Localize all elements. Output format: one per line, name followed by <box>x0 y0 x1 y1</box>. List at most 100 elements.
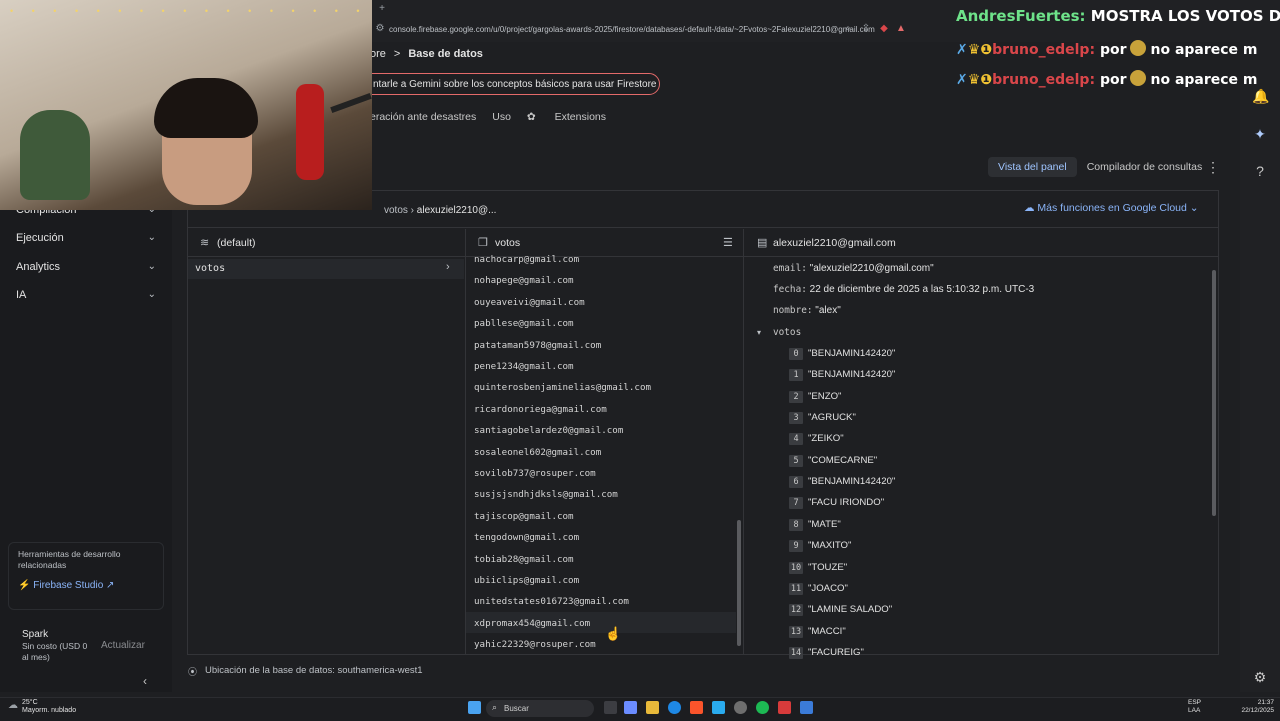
document-list-item[interactable]: pabllese@gmail.com <box>474 318 574 329</box>
windows-start-icon[interactable] <box>468 701 481 714</box>
votos-array-item[interactable]: 13 "MACCI" <box>789 625 846 638</box>
votos-array-item[interactable]: 10 "TOUZE" <box>789 561 847 574</box>
votos-array-item[interactable]: 12 "LAMINE SALADO" <box>789 604 892 617</box>
document-list-item[interactable]: ubiiclips@gmail.com <box>474 575 579 586</box>
file-explorer-icon[interactable] <box>646 701 659 714</box>
new-tab-icon[interactable]: + <box>376 2 388 16</box>
document-list-item[interactable]: quinterosbenjaminelias@gmail.com <box>474 382 651 393</box>
field-key: votos <box>773 327 802 338</box>
tab-usage[interactable]: Uso <box>492 111 511 123</box>
document-field[interactable]: fecha: 22 de diciembre de 2025 a las 5:1… <box>773 284 1034 295</box>
votos-array-item[interactable]: 11 "JOACO" <box>789 582 848 595</box>
path-bar-text[interactable]: votos › alexuziel2210@... <box>384 205 496 216</box>
document-list-item[interactable]: tengodown@gmail.com <box>474 532 579 543</box>
document-list-item[interactable]: susjsjsndhjdksls@gmail.com <box>474 489 618 500</box>
document-list-item[interactable]: unitedstates016723@gmail.com <box>474 596 629 607</box>
panel-view-button[interactable]: Vista del panel <box>988 157 1077 177</box>
search-icon: ⌕ <box>492 702 498 712</box>
spotify-icon[interactable] <box>756 701 769 714</box>
votos-array-item[interactable]: 7 "FACU IRIONDO" <box>789 497 884 510</box>
app-icon-4[interactable] <box>800 701 813 714</box>
document-field[interactable]: nombre: "alex" <box>773 305 841 316</box>
array-value: "MAXITO" <box>808 540 852 552</box>
edge-icon[interactable] <box>668 701 681 714</box>
zoom-icon[interactable]: ⌕ <box>842 22 854 36</box>
microphone <box>296 84 324 180</box>
app-icon-1[interactable] <box>624 701 637 714</box>
more-options-icon[interactable]: ⋮ <box>1206 158 1220 176</box>
weather-widget[interactable]: 25°C Mayorm. nublado <box>22 699 76 715</box>
filter-icon[interactable]: ☰ <box>723 236 733 249</box>
gemini-prompt-button[interactable]: ntarle a Gemini sobre los conceptos bási… <box>350 73 660 95</box>
document-list-item[interactable]: nachocarp@gmail.com <box>474 254 579 265</box>
app-icon-2[interactable] <box>734 701 747 714</box>
share-icon[interactable]: ⇪ <box>860 22 872 36</box>
app-icon-3[interactable] <box>778 701 791 714</box>
document-list-item[interactable]: tajiscop@gmail.com <box>474 511 574 522</box>
votos-array-item[interactable]: 0 "BENJAMIN142420" <box>789 348 895 360</box>
document-list-item[interactable]: pene1234@gmail.com <box>474 361 574 372</box>
array-index: 9 <box>789 540 803 553</box>
votos-array-item[interactable]: 14 "FACUREIG" <box>789 646 864 659</box>
google-cloud-link[interactable]: ☁ Más funciones en Google Cloud ⌄ <box>1024 202 1199 214</box>
document-list-item[interactable]: ricardonoriega@gmail.com <box>474 404 607 415</box>
document-list-item[interactable]: ouyeaveivi@gmail.com <box>474 297 585 308</box>
taskbar-search[interactable]: Buscar <box>486 700 594 717</box>
votos-array-item[interactable]: 4 "ZEIKO" <box>789 433 844 446</box>
language-indicator[interactable]: ESP LAA <box>1188 699 1201 715</box>
nav-ai[interactable]: IA ⌄ <box>16 289 156 305</box>
settings-icon[interactable]: ⚙ <box>1252 669 1268 685</box>
votos-array-item[interactable]: 2 "ENZO" <box>789 390 841 403</box>
document-field[interactable]: email: "alexuziel2210@gmail.com" <box>773 263 934 274</box>
query-builder-button[interactable]: Compilador de consultas <box>1077 157 1213 177</box>
votos-array-item[interactable]: 6 "BENJAMIN142420" <box>789 476 895 489</box>
document-field[interactable]: votos <box>773 327 801 338</box>
expand-arrow-icon[interactable]: ▾ <box>757 328 761 337</box>
site-info-icon[interactable]: ⚙ <box>374 22 386 36</box>
gemini-icon[interactable]: ✦ <box>1252 126 1268 142</box>
system-clock[interactable]: 21:37 22/12/2025 <box>1238 699 1274 715</box>
votos-array-item[interactable]: 8 "MATE" <box>789 518 841 531</box>
document-list-item[interactable]: nohapege@gmail.com <box>474 275 574 286</box>
rewards-icon[interactable]: ▲ <box>895 22 907 36</box>
tab-disaster-recovery[interactable]: eración ante desastres <box>370 111 476 123</box>
chat-text-tail: no aparece m <box>1150 72 1258 88</box>
upgrade-button[interactable]: Actualizar <box>101 640 145 651</box>
document-list-item[interactable]: tobiab28@gmail.com <box>474 554 574 565</box>
collection-icon: ❐ <box>478 237 488 249</box>
brave-icon[interactable] <box>690 701 703 714</box>
tab-extensions[interactable]: ✿ Extensions <box>527 111 622 123</box>
nav-analytics[interactable]: Analytics ⌄ <box>16 261 156 277</box>
document-list-item[interactable]: santiagobelardez0@gmail.com <box>474 425 623 436</box>
help-icon[interactable]: ? <box>1252 163 1268 179</box>
breadcrumb-item-project[interactable]: ore <box>370 48 386 60</box>
votos-array-item[interactable]: 3 "AGRUCK" <box>789 412 856 425</box>
database-column-title: (default) <box>217 237 256 249</box>
field-value: "alex" <box>815 305 841 316</box>
nav-run-label: Ejecución <box>16 232 64 244</box>
chat-username: AndresFuertes: <box>956 7 1086 25</box>
notifications-icon[interactable]: 🔔 <box>1252 88 1269 104</box>
brave-shield-icon[interactable]: ◆ <box>878 22 890 36</box>
votos-array-item[interactable]: 1 "BENJAMIN142420" <box>789 369 895 382</box>
votos-array-item[interactable]: 9 "MAXITO" <box>789 540 852 553</box>
document-list-scrollbar[interactable] <box>737 520 741 646</box>
array-index: 10 <box>789 561 803 574</box>
votos-array-item[interactable]: 5 "COMECARNE" <box>789 454 877 467</box>
fields-scrollbar[interactable] <box>1212 270 1216 516</box>
path-segment-document[interactable]: alexuziel2210@... <box>417 205 497 216</box>
collection-item-votos[interactable] <box>188 259 464 279</box>
weather-icon[interactable]: ☁ <box>8 700 18 711</box>
document-list-item[interactable]: sosaleonel602@gmail.com <box>474 447 601 458</box>
document-list-item[interactable]: yahic22329@rosuper.com <box>474 639 596 650</box>
path-segment-collection[interactable]: votos <box>384 205 408 216</box>
task-view-icon[interactable] <box>604 701 617 714</box>
telegram-icon[interactable] <box>712 701 725 714</box>
firebase-studio-link[interactable]: ⚡ Firebase Studio ↗ <box>18 580 158 591</box>
document-list-item[interactable]: sovilob737@rosuper.com <box>474 468 596 479</box>
array-index: 3 <box>789 412 803 425</box>
document-list-item[interactable]: xdpromax454@gmail.com <box>474 618 590 629</box>
nav-run[interactable]: Ejecución ⌄ <box>16 232 156 248</box>
document-list-item[interactable]: patataman5978@gmail.com <box>474 340 601 351</box>
collapse-nav-icon[interactable]: ‹ <box>143 674 147 688</box>
